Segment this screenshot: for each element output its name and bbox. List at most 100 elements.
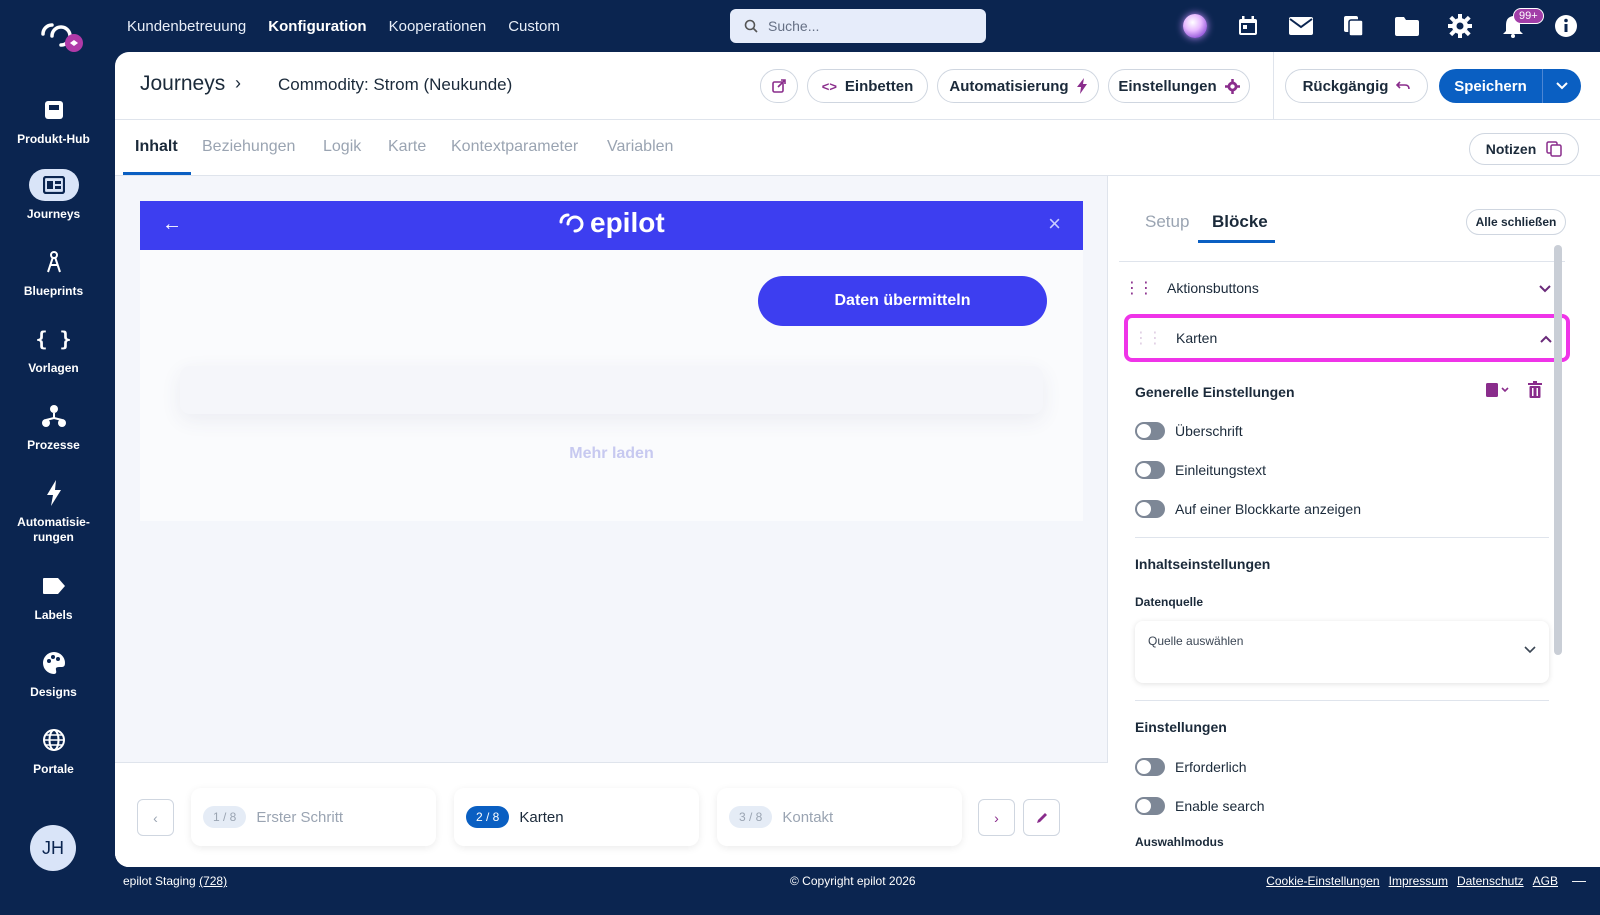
epilot-logo[interactable] [38, 14, 86, 54]
save-button[interactable]: Speichern [1439, 69, 1543, 103]
submit-data-button[interactable]: Daten übermitteln [758, 276, 1047, 326]
tab-kontextparameter[interactable]: Kontextparameter [451, 138, 578, 156]
back-arrow-icon[interactable]: ← [162, 213, 182, 236]
step-navigator: ‹ 1 / 8 Erster Schritt 2 / 8 Karten 3 / … [115, 762, 1108, 867]
nav-kundenbetreuung[interactable]: Kundenbetreuung [127, 18, 246, 35]
sidebar-item-produkt-hub[interactable]: Produkt-Hub [0, 94, 107, 147]
step-number: 1 / 8 [203, 806, 247, 828]
terms-link[interactable]: AGB [1533, 874, 1558, 888]
next-step-chevron-right-icon[interactable]: › [978, 799, 1015, 836]
block-template-icon[interactable] [1485, 381, 1509, 404]
tab-logik[interactable]: Logik [323, 138, 361, 156]
previous-step-chevron-left-icon[interactable]: ‹ [137, 799, 174, 836]
toggle-row-erforderlich[interactable]: Erforderlich [1135, 758, 1247, 776]
card-placeholder [180, 366, 1043, 414]
sidebar-item-labels[interactable]: Labels [0, 570, 107, 623]
sidebar-item-label: Designs [30, 685, 77, 699]
tab-setup[interactable]: Setup [1145, 212, 1189, 232]
imprint-link[interactable]: Impressum [1389, 874, 1448, 888]
embed-button[interactable]: <> Einbetten [807, 69, 928, 103]
toggle-row-blockkarte[interactable]: Auf einer Blockkarte anzeigen [1135, 500, 1361, 518]
step-item-1[interactable]: 1 / 8 Erster Schritt [191, 788, 436, 846]
pencil-icon [1036, 812, 1047, 823]
close-all-button[interactable]: Alle schließen [1466, 209, 1566, 235]
environment-id-link[interactable]: (728) [199, 874, 227, 888]
undo-button[interactable]: Rückgängig [1285, 69, 1428, 103]
sidebar-item-portale[interactable]: Portale [0, 724, 107, 777]
nav-konfiguration[interactable]: Konfiguration [268, 18, 366, 35]
content-tabs: Inhalt Beziehungen Logik Karte Kontextpa… [115, 120, 1600, 176]
notifications-bell-icon[interactable]: 99+ [1499, 8, 1544, 40]
sidebar-item-journeys[interactable]: Journeys [0, 169, 107, 222]
search-bar[interactable] [730, 9, 986, 43]
tab-beziehungen[interactable]: Beziehungen [202, 138, 295, 156]
tab-inhalt[interactable]: Inhalt [135, 138, 178, 156]
nav-kooperationen[interactable]: Kooperationen [389, 18, 487, 35]
environment-label: epilot Staging [123, 874, 196, 888]
step-item-2[interactable]: 2 / 8 Karten [454, 788, 699, 846]
load-more-link[interactable]: Mehr laden [140, 445, 1083, 463]
sidebar-item-designs[interactable]: Designs [0, 647, 107, 700]
info-icon[interactable] [1552, 12, 1580, 40]
blueprints-icon [29, 246, 79, 278]
minimize-icon[interactable]: — [1572, 872, 1586, 888]
divider [1135, 537, 1549, 538]
save-options-chevron-down-icon[interactable] [1543, 69, 1581, 103]
close-icon[interactable]: × [1048, 211, 1061, 237]
lightning-icon [1076, 78, 1087, 94]
block-row-karten[interactable]: ⋮⋮ Karten [1124, 314, 1570, 362]
toggle-row-ueberschrift[interactable]: Überschrift [1135, 422, 1243, 440]
palette-icon [29, 647, 79, 679]
step-label: Karten [519, 808, 564, 826]
sidebar-item-automatisierungen[interactable]: Automatisie-rungen [0, 477, 107, 545]
automation-button[interactable]: Automatisierung [937, 69, 1099, 103]
sidebar-item-prozesse[interactable]: Prozesse [0, 400, 107, 453]
cookie-settings-link[interactable]: Cookie-Einstellungen [1266, 874, 1379, 888]
journeys-icon [28, 169, 79, 201]
search-input[interactable] [768, 18, 968, 34]
sidebar-item-vorlagen[interactable]: { } Vorlagen [0, 323, 107, 376]
settings-button[interactable]: Einstellungen [1108, 69, 1250, 103]
toggle-row-enable-search[interactable]: Enable search [1135, 797, 1265, 815]
processes-icon [29, 400, 79, 432]
enable-search-toggle[interactable] [1135, 797, 1165, 815]
einleitungstext-toggle[interactable] [1135, 461, 1165, 479]
calendar-icon[interactable] [1234, 12, 1262, 40]
panel-scrollbar[interactable] [1554, 245, 1562, 655]
drag-handle-icon[interactable]: ⋮⋮ [1128, 328, 1166, 348]
edit-steps-button[interactable] [1023, 799, 1060, 836]
nav-custom[interactable]: Custom [508, 18, 560, 35]
ueberschrift-toggle[interactable] [1135, 422, 1165, 440]
folder-icon[interactable] [1393, 12, 1421, 40]
settings-label: Einstellungen [1118, 77, 1217, 95]
trash-icon[interactable] [1528, 381, 1542, 403]
toggle-row-einleitungstext[interactable]: Einleitungstext [1135, 461, 1266, 479]
embed-label: Einbetten [844, 77, 914, 95]
mail-icon[interactable] [1287, 12, 1315, 40]
datasource-select[interactable]: Quelle auswählen [1135, 621, 1549, 683]
toggle-label: Enable search [1175, 798, 1265, 814]
tab-variablen[interactable]: Variablen [607, 138, 673, 156]
blockkarte-toggle[interactable] [1135, 500, 1165, 518]
sidebar-item-blueprints[interactable]: Blueprints [0, 246, 107, 299]
gear-icon[interactable] [1446, 12, 1474, 40]
block-row-aktionsbuttons[interactable]: ⋮⋮ Aktionsbuttons [1119, 266, 1565, 310]
breadcrumb-journeys[interactable]: Journeys [140, 72, 225, 96]
epilot-brand-logo: epilot [558, 207, 665, 239]
tab-karte[interactable]: Karte [388, 138, 426, 156]
step-item-3[interactable]: 3 / 8 Kontakt [717, 788, 962, 846]
ai-assistant-orb-icon[interactable] [1181, 12, 1209, 40]
active-tab-indicator [123, 172, 191, 175]
erforderlich-toggle[interactable] [1135, 758, 1165, 776]
copy-documents-icon[interactable] [1340, 12, 1368, 40]
drag-handle-icon[interactable]: ⋮⋮ [1119, 278, 1157, 298]
privacy-link[interactable]: Datenschutz [1457, 874, 1524, 888]
tab-bloecke[interactable]: Blöcke [1212, 212, 1268, 232]
undo-label: Rückgängig [1302, 77, 1389, 95]
notes-button[interactable]: Notizen [1469, 133, 1579, 165]
automation-label: Automatisierung [949, 77, 1069, 95]
open-external-button[interactable] [760, 69, 798, 103]
top-icons: 99+ [1181, 0, 1580, 52]
user-avatar[interactable]: JH [30, 825, 76, 871]
save-button-group: Speichern [1439, 69, 1581, 103]
